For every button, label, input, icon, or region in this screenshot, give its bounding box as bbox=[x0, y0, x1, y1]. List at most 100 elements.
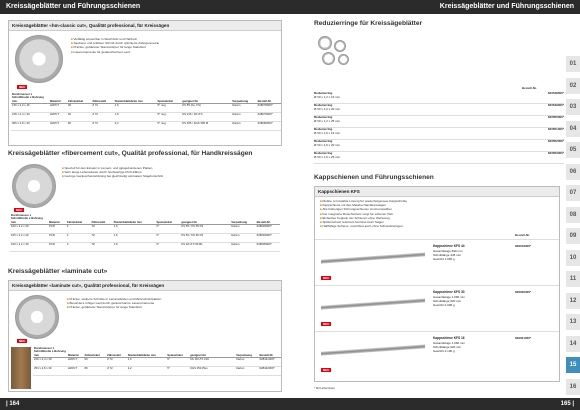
chapter-tab-15[interactable]: 15 bbox=[566, 357, 580, 373]
laminate-image bbox=[11, 347, 31, 389]
product-name: Kappschiene KFS 44 bbox=[433, 244, 465, 248]
list-item: Reduzierring Ø 30 x 1,2 x 20 mm 623549000* bbox=[314, 103, 564, 116]
cell: 0° bbox=[155, 242, 181, 252]
chapter-tab-12[interactable]: 12 bbox=[566, 292, 580, 309]
cell: Z 72 bbox=[91, 121, 114, 131]
item-desc: Ø 30 x 1,6 x 16 mm bbox=[314, 130, 341, 135]
bullet-list: Vielfältig einsetzbar in Weichholz und H… bbox=[71, 37, 271, 54]
col-header: Durchmesser x Schnittbreite x Bohrung mm bbox=[33, 346, 67, 358]
col-header: Spanwinkel bbox=[156, 93, 182, 104]
box-title: Kreissägeblätter «hm-classic cut», Quali… bbox=[9, 21, 281, 31]
cell: 5° bbox=[166, 366, 190, 376]
chapter-tab-16[interactable]: 16 bbox=[566, 378, 580, 395]
guide-rail-image bbox=[321, 344, 425, 356]
item-desc: Ø 30 x 1,2 x 16 mm bbox=[314, 94, 341, 99]
list-item: Reduzierring Ø 30 x 1,6 x 20 mm 623552000* bbox=[314, 139, 564, 152]
col-header: Zähnezahl bbox=[90, 214, 113, 225]
table-header-row: Durchmesser x Schnittbreite x Bohrung mm… bbox=[33, 346, 281, 358]
cell: 0° bbox=[155, 224, 181, 234]
right-page: Kreissägeblätter und Führungsschienen Re… bbox=[290, 0, 580, 410]
cell: 305 x 2,8 x 30 bbox=[11, 121, 49, 131]
cell: Karton bbox=[231, 121, 257, 131]
col-header: Bestell-Nr. bbox=[255, 214, 280, 225]
col-header: Zähnezahl bbox=[106, 347, 127, 358]
cell: Karton bbox=[235, 366, 259, 376]
table-row: 305 x 2,8 x 30 HW/CT 60 Z 72 2,2 5° neg. KS 30… bbox=[11, 121, 281, 131]
chapter-tab-05[interactable]: 05 bbox=[566, 142, 580, 158]
order-number: 623551000* bbox=[547, 127, 564, 131]
col-header: geeignet für bbox=[180, 214, 231, 225]
left-page: Kreissägeblätter und Führungsschienen Kr… bbox=[0, 0, 290, 410]
chapter-tab-06[interactable]: 06 bbox=[566, 163, 580, 180]
col-header: Material bbox=[48, 214, 66, 225]
bullet-list: Präzise, saubere Schnitte in Laminatböde… bbox=[67, 297, 272, 310]
product-name: Kappschiene KFS 30 bbox=[433, 290, 465, 294]
item-desc: Ø 30 x 1,6 x 20 mm bbox=[314, 142, 341, 147]
cell: 254 x 2,8 x 30 bbox=[33, 366, 67, 376]
order-number: 623549000* bbox=[547, 103, 564, 107]
col-header: Stammblattdicke mm bbox=[113, 93, 157, 104]
reducing-ring-image bbox=[338, 54, 349, 65]
new-tag: NEU bbox=[14, 208, 25, 212]
cell: KS 18 LTX 66 BL bbox=[180, 242, 231, 252]
chapter-tab-01[interactable]: 01 bbox=[566, 56, 580, 72]
list-item: Reduzierring Ø 30 x 1,6 x 25 mm 623553000* bbox=[314, 151, 564, 164]
chapter-tab-13[interactable]: 13 bbox=[566, 314, 580, 330]
col-header: Zahnwinkel bbox=[83, 347, 107, 358]
cell: KS 305 / KGS 305 M bbox=[181, 121, 232, 131]
section-title: Kreissägeblätter «fibercement cut», Qual… bbox=[8, 150, 253, 157]
chapter-tab-04[interactable]: 04 bbox=[566, 120, 580, 137]
reducing-ring-image bbox=[318, 36, 332, 50]
page-header: Kreissägeblätter und Führungsschienen bbox=[0, 0, 290, 14]
list-item: NEU Kappschiene KFS 16 Gesamtlänge 1.060 m… bbox=[315, 331, 559, 377]
page-header: Kreissägeblätter und Führungsschienen bbox=[290, 0, 580, 14]
cell: 0° bbox=[155, 233, 181, 243]
col-header: Bestell-Nr. bbox=[522, 86, 537, 90]
cell: 4 bbox=[65, 224, 91, 234]
cell: 628082000* bbox=[256, 121, 281, 131]
chapter-tab-11[interactable]: 11 bbox=[566, 271, 580, 287]
table-header-row: Durchmesser x Schnittbreite x Bohrung mm… bbox=[11, 92, 281, 104]
chapter-tab-03[interactable]: 03 bbox=[566, 99, 580, 115]
item-desc: Ø 30 x 1,6 x 25 mm bbox=[314, 154, 341, 159]
list-item: Reduzierring Ø 30 x 1,2 x 16 mm 623548000* bbox=[314, 91, 564, 104]
new-tag: NEU bbox=[321, 368, 332, 372]
cell: 5° neg. bbox=[156, 121, 182, 131]
product-spec: Gewicht 2.100 g bbox=[433, 349, 455, 353]
classic-cut-box: Kreissägeblätter «hm-classic cut», Quali… bbox=[8, 20, 282, 146]
new-tag: NEU bbox=[321, 322, 332, 326]
col-header: Spanwinkel bbox=[166, 347, 190, 358]
cell: PCD bbox=[48, 242, 66, 252]
section-title: Reduzierringe für Kreissägeblätter bbox=[314, 20, 423, 27]
col-header: Spanwinkel bbox=[155, 214, 181, 225]
box-title: Kappschienen KFS bbox=[315, 187, 559, 197]
item-desc: Ø 30 x 1,2 x 25 mm bbox=[314, 118, 341, 123]
cell: 4 bbox=[65, 242, 91, 252]
order-number: 623553000* bbox=[547, 151, 564, 155]
reducing-ring-image bbox=[322, 52, 335, 65]
section-title: Kappschienen und Führungsschienen bbox=[314, 174, 434, 181]
table-header-row: Durchmesser x Schnittbreite x Bohrung mm… bbox=[10, 213, 280, 225]
chapter-tab-09[interactable]: 09 bbox=[566, 228, 580, 244]
table-row: 190 x 2,2 x 30 PCD 4 TZ 1,6 0° KS 18 LTX 66 BL… bbox=[10, 242, 280, 252]
reducing-ring-image bbox=[334, 40, 346, 52]
chapter-tab-14[interactable]: 14 bbox=[566, 335, 580, 352]
col-header: Durchmesser x Schnittbreite x Bohrung mm bbox=[11, 92, 49, 104]
col-header: Material bbox=[67, 347, 84, 358]
spec-table: Durchmesser x Schnittbreite x Bohrung mm… bbox=[10, 213, 280, 252]
order-number: 623550000* bbox=[547, 115, 564, 119]
cell: 628095000* bbox=[255, 242, 280, 252]
page-footer: 165 | bbox=[290, 398, 580, 410]
spec-table: Durchmesser x Schnittbreite x Bohrung mm… bbox=[11, 92, 281, 131]
cell: 80 bbox=[83, 366, 107, 376]
table-row: 254 x 2,8 x 30 HW/CT 80 Z 72 2,2 5° KGS 254 Pl… bbox=[33, 366, 281, 376]
cell: Karton bbox=[230, 242, 256, 252]
chapter-tab-10[interactable]: 10 bbox=[566, 249, 580, 266]
cell: TZ bbox=[90, 242, 113, 252]
cell: 628442000* bbox=[258, 366, 281, 376]
col-header: Bestell-Nr. bbox=[256, 93, 281, 104]
chapter-tab-02[interactable]: 02 bbox=[566, 77, 580, 94]
col-header: Durchmesser x Schnittbreite x Bohrung mm bbox=[10, 213, 48, 225]
chapter-tab-07[interactable]: 07 bbox=[566, 185, 580, 201]
chapter-tab-08[interactable]: 08 bbox=[566, 206, 580, 223]
